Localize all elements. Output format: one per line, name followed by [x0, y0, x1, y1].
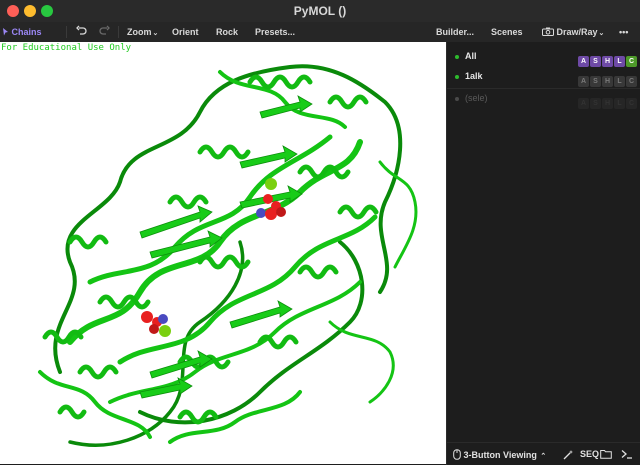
hide-button[interactable]: H — [602, 98, 613, 109]
mouse-mode-menu[interactable]: 3-Button Viewing ⌃ — [453, 449, 546, 460]
object-row-sele[interactable]: (sele) ASHLC — [447, 90, 640, 109]
mouse-mode-label: 3-Button Viewing — [463, 450, 537, 460]
terminal-icon — [621, 450, 632, 459]
label-button[interactable]: L — [614, 98, 625, 109]
show-button[interactable]: S — [590, 56, 601, 67]
rock-button[interactable]: Rock — [216, 25, 238, 39]
chevron-down-icon: ⌄ — [152, 30, 159, 37]
enabled-dot-icon[interactable] — [455, 75, 459, 79]
window-title: PyMOL () — [293, 4, 347, 18]
label-button[interactable]: L — [614, 76, 625, 87]
redo-icon — [99, 25, 110, 35]
pymol-window: PyMOL () Chains Zoom⌄ Orient Rock Preset… — [0, 0, 640, 465]
redo-button[interactable] — [99, 25, 110, 39]
object-name[interactable]: (sele) — [465, 93, 488, 103]
toolbar-divider — [118, 26, 119, 38]
title-bar: PyMOL () — [0, 0, 640, 23]
color-button[interactable]: C — [626, 76, 637, 87]
object-panel: All ASHLC 1alk ASHLC (sele) ASHLC — [446, 42, 640, 442]
show-button[interactable]: S — [590, 76, 601, 87]
ligand-site-lower — [141, 311, 171, 337]
hide-button[interactable]: H — [602, 76, 613, 87]
scenes-button[interactable]: Scenes — [491, 25, 523, 39]
magic-wand-icon — [563, 450, 573, 460]
more-menu-button[interactable]: ••• — [619, 25, 628, 39]
orient-button[interactable]: Orient — [172, 25, 199, 39]
ashlc-buttons: ASHLC — [577, 92, 637, 109]
chains-label: Chains — [11, 27, 42, 37]
ashlc-buttons: ASHLC — [577, 70, 637, 87]
zoom-label: Zoom — [127, 27, 152, 37]
draw-ray-menu[interactable]: Draw/Ray⌄ — [542, 25, 604, 39]
hide-button[interactable]: H — [602, 56, 613, 67]
disabled-dot-icon[interactable] — [455, 97, 459, 101]
terminal-button[interactable] — [621, 449, 633, 461]
undo-icon — [76, 25, 87, 35]
action-button[interactable]: A — [578, 76, 589, 87]
panel-divider — [447, 88, 640, 89]
object-name[interactable]: 1alk — [465, 71, 483, 81]
enabled-dot-icon[interactable] — [455, 55, 459, 59]
toolbar: Chains Zoom⌄ Orient Rock Presets... Buil… — [0, 22, 640, 42]
pointer-icon — [3, 28, 8, 36]
object-row-1alk[interactable]: 1alk ASHLC — [447, 68, 640, 87]
action-button[interactable]: A — [578, 56, 589, 67]
folder-icon — [600, 450, 612, 459]
undo-button[interactable] — [76, 25, 87, 39]
molecule-viewer[interactable]: For Educational Use Only — [0, 42, 446, 464]
toolbar-divider — [66, 26, 67, 38]
label-button[interactable]: L — [614, 56, 625, 67]
color-button[interactable]: C — [626, 56, 637, 67]
draw-ray-label: Draw/Ray — [556, 27, 598, 37]
chevron-up-icon: ⌃ — [540, 453, 547, 460]
show-button[interactable]: S — [590, 98, 601, 109]
camera-icon — [542, 27, 554, 36]
folder-button[interactable] — [600, 449, 612, 461]
presets-menu[interactable]: Presets... — [255, 25, 295, 39]
mouse-icon — [453, 449, 461, 460]
edu-watermark: For Educational Use Only — [1, 43, 132, 53]
object-row-all[interactable]: All ASHLC — [447, 48, 640, 67]
builder-button[interactable]: Builder... — [436, 25, 474, 39]
ashlc-buttons: ASHLC — [577, 50, 637, 67]
chains-button[interactable]: Chains — [2, 25, 42, 39]
action-button[interactable]: A — [578, 98, 589, 109]
zoom-menu[interactable]: Zoom⌄ — [127, 25, 158, 39]
chevron-down-icon: ⌄ — [598, 30, 605, 37]
color-button[interactable]: C — [626, 98, 637, 109]
seq-button[interactable]: SEQ — [580, 449, 599, 459]
object-name[interactable]: All — [465, 51, 477, 61]
status-bar: 3-Button Viewing ⌃ SEQ — [446, 442, 640, 465]
protein-cartoon — [38, 64, 418, 447]
wand-button[interactable] — [563, 449, 574, 462]
